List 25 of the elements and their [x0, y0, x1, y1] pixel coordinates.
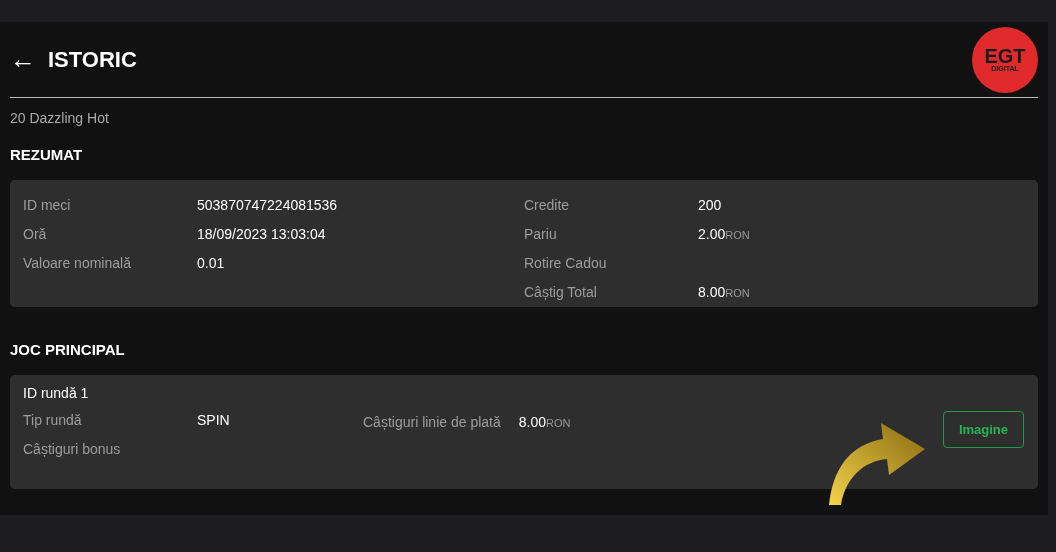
section-title: JOC PRINCIPAL: [10, 341, 126, 358]
field-label: Credite: [524, 196, 571, 213]
field-label: Rotire Cadou: [524, 254, 608, 271]
field-value: 503870747224081536: [197, 196, 338, 213]
field-label: Pariu: [524, 225, 558, 242]
field-value: 0.01: [197, 254, 225, 271]
field-value: 8.00RON: [518, 414, 571, 430]
round-title: ID rundă 1: [23, 385, 90, 401]
field-value: 2.00RON: [698, 225, 750, 242]
field-label: Oră: [23, 225, 48, 242]
field-value: 8.00RON: [698, 283, 750, 300]
field-label: Tip rundă: [23, 411, 83, 428]
field-value: SPIN: [197, 411, 230, 428]
section-title: REZUMAT: [10, 146, 84, 163]
field-value: 18/09/2023 13:03:04: [197, 225, 326, 242]
image-button[interactable]: Imagine: [942, 411, 1024, 448]
game-name: 20 Dazzling Hot: [10, 110, 110, 126]
field-label: Câștiguri linie de plată: [363, 414, 501, 430]
field-value: 200: [698, 196, 722, 213]
page-title: ISTORIC: [48, 46, 137, 73]
field-label: Câștiguri bonus: [23, 440, 122, 457]
back-button[interactable]: ←: [10, 44, 36, 75]
field-label: ID meci: [23, 196, 72, 213]
field-label: Câștig Total: [524, 283, 598, 300]
field-label: Valoare nominală: [23, 254, 132, 271]
